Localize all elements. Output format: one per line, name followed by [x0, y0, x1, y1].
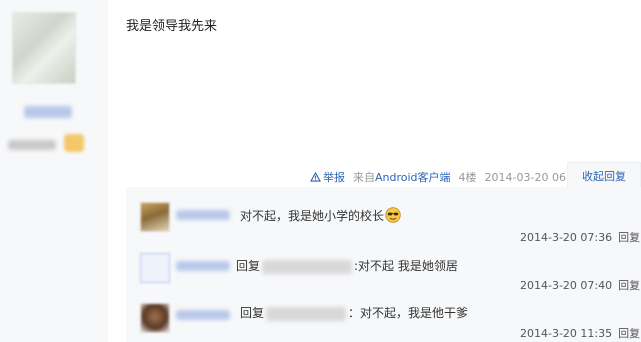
reply-text: 回复:对不起 我是她领居 [236, 259, 458, 274]
reply-avatar[interactable] [140, 253, 170, 283]
reply-text: 回复 ：对不起，我是他干爹 [240, 306, 469, 321]
reply-target-redacted[interactable] [266, 306, 347, 321]
reply-username-redacted[interactable] [176, 310, 230, 320]
post-meta: 举报 来自Android客户端 4楼 2014-03-20 06:53 [310, 169, 584, 185]
level-badge-icon [64, 134, 84, 152]
author-level-redacted [8, 140, 56, 150]
reply-text: 对不起，我是她小学的校长 [240, 207, 401, 224]
source-link[interactable]: Android客户端 [375, 171, 451, 184]
reply-time: 2014-3-20 07:40 回复 [520, 279, 641, 292]
reply-avatar[interactable] [140, 303, 170, 333]
warning-icon [310, 172, 321, 182]
report-label: 举报 [323, 171, 345, 184]
reply-username-redacted[interactable] [176, 210, 230, 220]
reply-prefix: 回复 [236, 259, 261, 273]
reply-list: 对不起，我是她小学的校长 2014-3-20 07:36 回复 回复:对不起 我是… [126, 187, 641, 342]
reply-time: 2014-3-20 07:36 回复 [520, 231, 641, 244]
author-sidebar [0, 0, 108, 342]
reply-time: 2014-3-20 11:35 回复 [520, 327, 641, 340]
reply-button[interactable]: 回复 [618, 231, 640, 244]
author-avatar[interactable] [12, 12, 76, 84]
report-link[interactable]: 举报 [310, 169, 345, 185]
reply-avatar[interactable] [140, 202, 170, 232]
sunglasses-emoji-icon [385, 207, 401, 223]
reply-prefix: 回复 [240, 306, 265, 320]
post-content: 我是领导我先来 [126, 19, 218, 34]
reply-button[interactable]: 回复 [618, 279, 640, 292]
reply-username-redacted[interactable] [176, 261, 230, 271]
author-username-redacted[interactable] [24, 106, 72, 118]
floor-number: 4楼 [458, 171, 477, 184]
post-source: 来自Android客户端 [353, 171, 451, 184]
reply-target-redacted[interactable] [262, 259, 353, 274]
collapse-replies-button[interactable]: 收起回复 [567, 162, 641, 188]
reply-button[interactable]: 回复 [618, 327, 640, 340]
